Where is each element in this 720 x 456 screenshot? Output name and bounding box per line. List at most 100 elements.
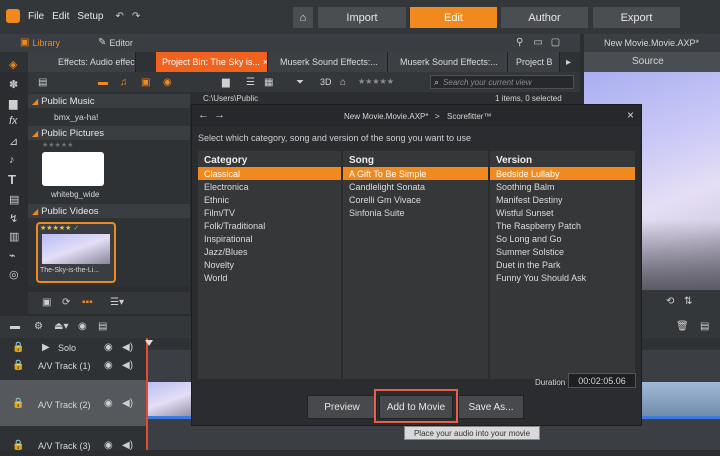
- track-2[interactable]: 🔒 A/V Track (2) ◉ ◀): [0, 380, 146, 426]
- duration-field[interactable]: 00:02:05.06: [568, 373, 636, 388]
- speaker-icon[interactable]: ◀): [122, 398, 133, 409]
- music-icon[interactable]: ♪: [9, 154, 15, 166]
- copy-icon[interactable]: ▣: [42, 297, 51, 308]
- delete-icon[interactable]: 🗑: [676, 321, 689, 332]
- search-input[interactable]: Search your current view: [443, 78, 531, 87]
- eye-icon[interactable]: ◉: [104, 398, 113, 409]
- category-item[interactable]: World: [198, 271, 341, 284]
- speaker-icon[interactable]: ◀): [122, 440, 133, 451]
- minimize-icon[interactable]: ▭: [533, 37, 542, 48]
- playhead[interactable]: [146, 338, 148, 450]
- record-icon[interactable]: ◉: [78, 321, 87, 332]
- watchfolder-icon[interactable]: ▤: [38, 77, 47, 88]
- menu-edit[interactable]: Edit: [52, 11, 69, 22]
- version-item[interactable]: Summer Solstice: [490, 245, 635, 258]
- import-mode-button[interactable]: Import: [318, 7, 406, 28]
- eye-icon[interactable]: ◉: [104, 360, 113, 371]
- disc-icon[interactable]: ◎: [9, 268, 19, 281]
- refresh-icon[interactable]: ⟳: [62, 297, 70, 308]
- magnet-icon[interactable]: ⏏▾: [54, 321, 68, 332]
- library-tab[interactable]: ▣ Library: [20, 37, 60, 48]
- section-public-music[interactable]: ◢ Public Music: [28, 94, 190, 108]
- tag-icon[interactable]: ⌂: [340, 77, 346, 88]
- forward-icon[interactable]: →: [214, 109, 225, 121]
- back-icon[interactable]: ←: [198, 109, 209, 121]
- grid-view-icon[interactable]: ▪▪▪: [82, 297, 93, 308]
- audio-effect-icon[interactable]: ⌁: [9, 249, 16, 262]
- eye-icon[interactable]: ◉: [104, 342, 113, 353]
- music-filter-icon[interactable]: ♫: [120, 77, 128, 88]
- breadcrumb-project[interactable]: New Movie.Movie.AXP*: [344, 112, 428, 121]
- settings-icon[interactable]: ⚙: [34, 321, 43, 332]
- close-icon[interactable]: ×: [627, 108, 634, 122]
- lock-icon[interactable]: 🔒: [12, 360, 24, 371]
- tab-muserk-1[interactable]: Muserk Sound Effects:...: [268, 52, 388, 72]
- lock-icon[interactable]: 🔒: [12, 440, 24, 451]
- version-item[interactable]: Soothing Balm: [490, 180, 635, 193]
- filter-icon[interactable]: ⏷: [296, 77, 304, 88]
- projects-icon[interactable]: ▆: [9, 97, 17, 110]
- version-item[interactable]: So Long and Go: [490, 232, 635, 245]
- preview-source-tab[interactable]: Source: [584, 52, 720, 72]
- thumbnail-view-icon[interactable]: ▦: [264, 77, 273, 88]
- tab-effects-audio[interactable]: Effects: Audio effects: [28, 52, 136, 72]
- maximize-icon[interactable]: ▢: [551, 37, 560, 48]
- solo-icon[interactable]: ▶: [42, 342, 50, 353]
- lock-icon[interactable]: 🔒: [12, 398, 24, 409]
- loop-icon[interactable]: ⟲: [666, 296, 674, 307]
- piano-icon[interactable]: ▥: [9, 230, 19, 243]
- tab-project-b[interactable]: Project B: [508, 52, 560, 72]
- media-icon[interactable]: ◈: [9, 58, 17, 71]
- speaker-icon[interactable]: ◀): [122, 360, 133, 371]
- track-3[interactable]: 🔒 A/V Track (3) ◉ ◀): [0, 436, 146, 456]
- picture-rating[interactable]: ★★★★★: [28, 141, 190, 149]
- author-mode-button[interactable]: Author: [501, 7, 588, 28]
- speaker-icon[interactable]: ◀): [122, 342, 133, 353]
- eye-icon[interactable]: ◉: [104, 440, 113, 451]
- version-item[interactable]: Funny You Should Ask: [490, 271, 635, 284]
- version-item[interactable]: The Raspberry Patch: [490, 219, 635, 232]
- search-box[interactable]: ⌕ Search your current view: [430, 75, 574, 89]
- collections-icon[interactable]: ✽: [9, 78, 18, 91]
- project-filter-icon[interactable]: ◉: [163, 77, 172, 88]
- storyboard-icon[interactable]: ▤: [98, 321, 107, 332]
- track-1[interactable]: 🔒 A/V Track (1) ◉ ◀): [0, 354, 146, 376]
- tab-muserk-2[interactable]: Muserk Sound Effects:...: [388, 52, 508, 72]
- section-public-videos[interactable]: ◢ Public Videos: [28, 204, 190, 218]
- song-item[interactable]: Candlelight Sonata: [343, 180, 488, 193]
- photo-filter-icon[interactable]: ▣: [141, 77, 150, 88]
- editor-tab[interactable]: ✎ Editor: [98, 37, 133, 48]
- undo-icon[interactable]: ↶: [116, 11, 124, 22]
- version-item[interactable]: Bedside Lullaby: [490, 167, 635, 180]
- menu-icon[interactable]: ▤: [9, 193, 19, 206]
- 3d-filter[interactable]: 3D: [320, 77, 332, 87]
- list-menu-icon[interactable]: ☰▾: [110, 297, 124, 308]
- music-item[interactable]: bmx_ya-ha!: [28, 108, 190, 126]
- category-item[interactable]: Novelty: [198, 258, 341, 271]
- song-item[interactable]: Corelli Gm Vivace: [343, 193, 488, 206]
- category-item[interactable]: Film/TV: [198, 206, 341, 219]
- transitions-icon[interactable]: ⊿: [9, 135, 18, 148]
- redo-icon[interactable]: ↷: [132, 11, 140, 22]
- rating-filter[interactable]: ★★★★★: [358, 77, 394, 86]
- add-to-movie-button[interactable]: Add to Movie: [379, 395, 453, 419]
- edit-mode-button[interactable]: Edit: [410, 7, 497, 28]
- playhead-marker-icon[interactable]: [145, 340, 153, 346]
- save-as-button[interactable]: Save As...: [458, 395, 524, 419]
- menu-setup[interactable]: Setup: [77, 11, 103, 22]
- menu-file[interactable]: File: [28, 11, 44, 22]
- version-item[interactable]: Manifest Destiny: [490, 193, 635, 206]
- category-item[interactable]: Jazz/Blues: [198, 245, 341, 258]
- category-item[interactable]: Inspirational: [198, 232, 341, 245]
- title-icon[interactable]: T: [8, 172, 16, 187]
- cut-icon[interactable]: ▤: [700, 321, 709, 332]
- sync-icon[interactable]: ⇅: [684, 296, 692, 307]
- category-item[interactable]: Electronica: [198, 180, 341, 193]
- lock-icon[interactable]: 🔒: [12, 342, 24, 353]
- video-filter-icon[interactable]: ▬: [98, 77, 108, 88]
- home-button[interactable]: ⌂: [293, 7, 313, 28]
- sound-effect-icon[interactable]: ↯: [9, 212, 18, 225]
- section-public-pictures[interactable]: ◢ Public Pictures: [28, 126, 190, 140]
- export-mode-button[interactable]: Export: [593, 7, 680, 28]
- list-view-icon[interactable]: ☰: [246, 77, 255, 88]
